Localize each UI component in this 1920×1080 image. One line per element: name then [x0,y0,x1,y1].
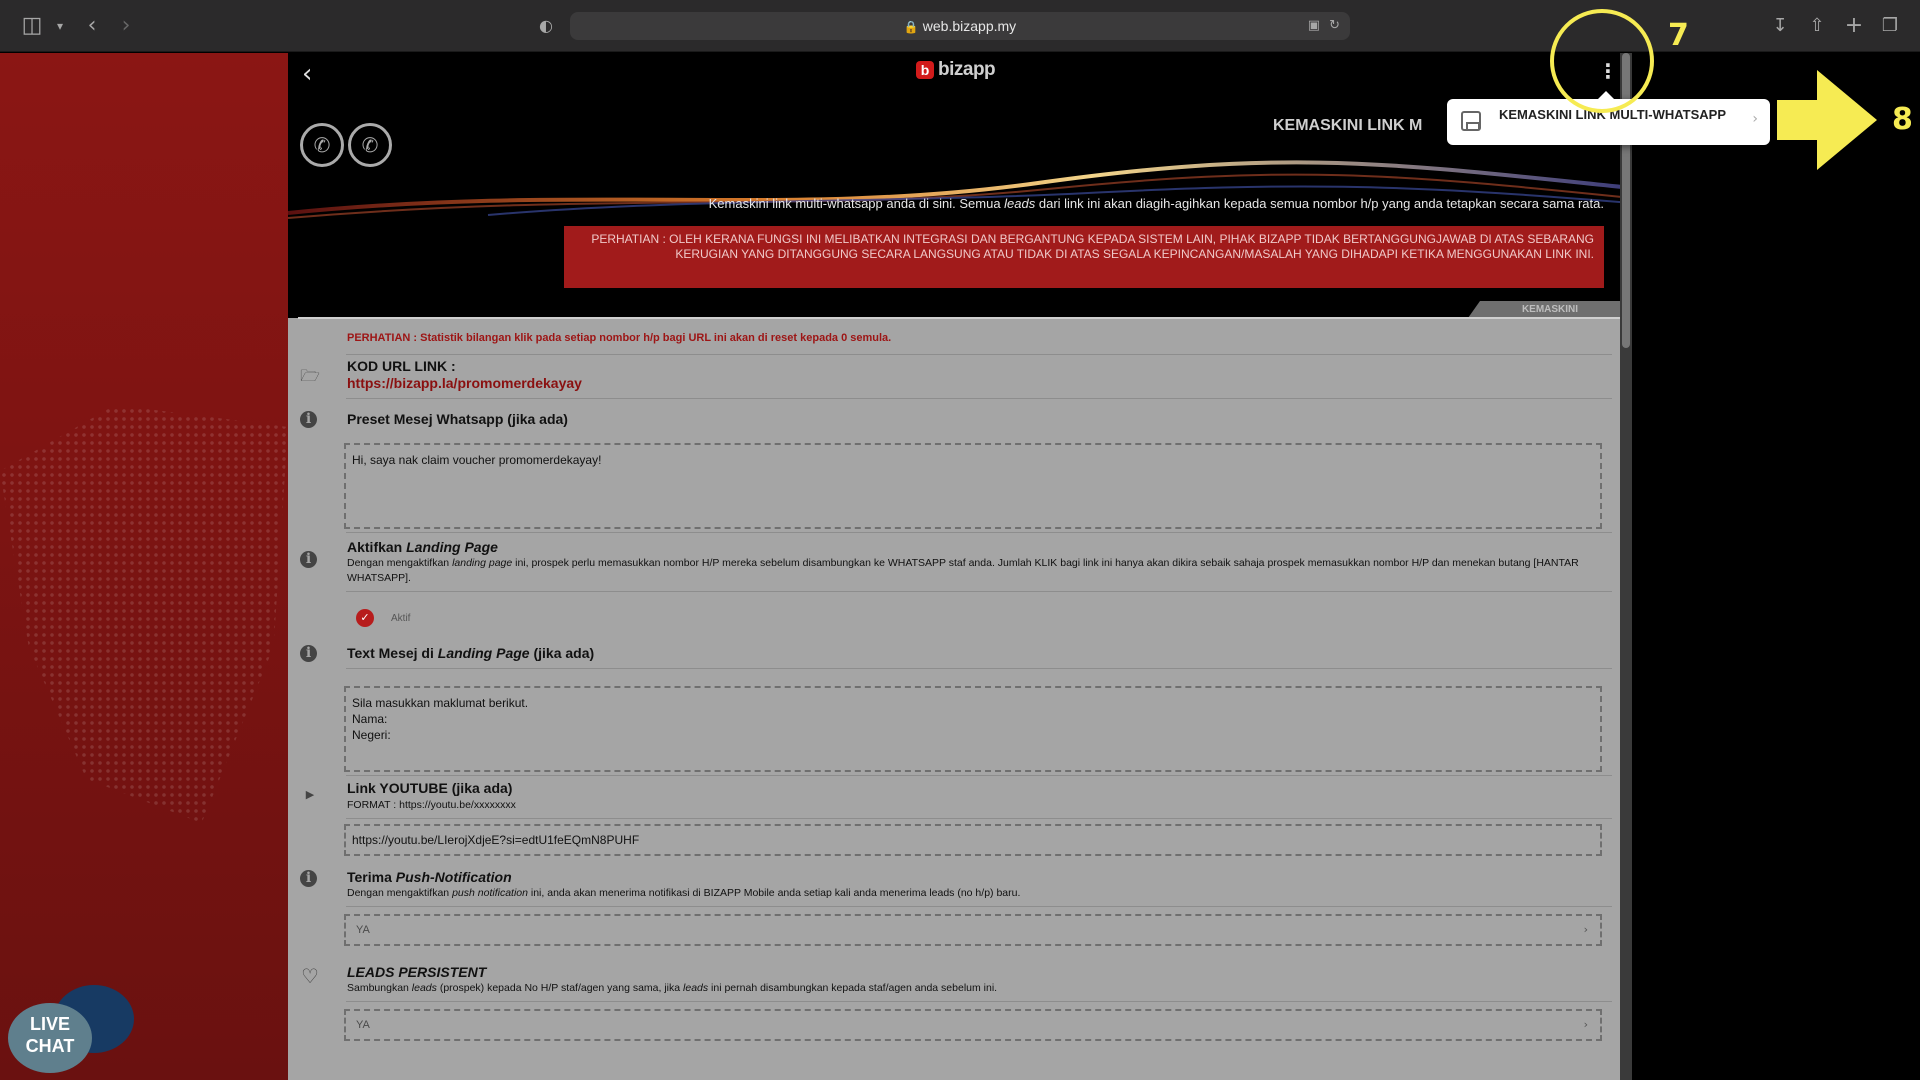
preset-message-textarea[interactable]: Hi, saya nak claim voucher promomerdekay… [344,443,1602,529]
right-background [1632,53,1920,1080]
landing-text-textarea[interactable]: Sila masukkan maklumat berikut. Nama: Ne… [344,686,1602,772]
whatsapp-icon: ✆ [348,123,392,167]
shield-icon[interactable]: ◐ [532,12,560,40]
kod-url-link[interactable]: https://bizapp.la/promomerdekayay [347,375,582,391]
divider [346,906,1612,907]
divider [346,818,1612,819]
highlight-circle [1550,9,1654,113]
kod-url-label: KOD URL LINK : [347,358,456,374]
new-tab-icon[interactable]: + [1840,12,1868,40]
tab-kemaskini[interactable]: KEMASKINI [1468,301,1632,318]
youtube-icon: ▶ [305,788,315,801]
chevron-down-icon[interactable]: ▾ [46,12,74,40]
landing-page-help: Dengan mengaktifkan landing page ini, pr… [347,557,1579,584]
divider [346,1001,1612,1002]
back-arrow-icon[interactable]: ‹ [302,59,312,89]
download-icon[interactable]: ↧ [1766,12,1794,40]
divider [346,354,1612,355]
aktif-checkbox[interactable]: ✓ [356,609,374,627]
divider [346,398,1612,399]
lock-icon: 🔒 [903,20,919,34]
youtube-input[interactable]: https://youtu.be/LIerojXdjeE?si=edtU1feE… [344,824,1602,856]
page-title: KEMASKINI LINK M [1273,117,1423,134]
info-icon: i [300,645,317,662]
push-notification-label: Terima Push-Notification [347,869,512,885]
youtube-label: Link YOUTUBE (jika ada) [347,780,513,796]
logo-mark: b [916,61,934,79]
warning-banner: PERHATIAN : OLEH KERANA FUNGSI INI MELIB… [564,226,1604,288]
info-icon: i [300,870,317,887]
save-icon [1461,111,1481,131]
landing-page-label: Aktifkan Landing Page [347,539,498,555]
divider [346,668,1612,669]
header-divider [298,317,1632,319]
left-background [0,53,288,1080]
step-number-8: 8 [1892,102,1913,137]
address-bar[interactable]: 🔒 web.bizapp.my ▣ ↻ [570,12,1350,40]
chevron-right-icon: › [1752,111,1758,127]
info-icon: i [300,551,317,568]
app-panel: ‹ b bizapp ⋮ ✆ ✆ KEMASKINI LINK M Kemask… [288,53,1632,1080]
preset-message-label: Preset Mesej Whatsapp (jika ada) [347,411,568,427]
folder-icon: 🗁 [300,366,320,385]
live-chat-button[interactable]: LIVE CHAT [8,985,134,1075]
url-text: web.bizapp.my [922,18,1017,34]
tabs-overview-icon[interactable]: ❐ [1876,12,1904,40]
whatsapp-icon: ✆ [300,123,344,167]
push-notification-help: Dengan mengaktifkan push notification in… [347,887,1021,899]
stat-reset-note: PERHATIAN : Statistik bilangan klik pada… [347,332,892,344]
leads-persistent-select[interactable]: YA › [344,1009,1602,1041]
push-notification-select[interactable]: YA › [344,914,1602,946]
logo-text: bizapp [938,59,996,80]
info-icon: i [300,411,317,428]
heart-icon: ♡ [301,964,319,988]
divider [346,591,1612,592]
chevron-right-icon: › [1583,923,1588,936]
landing-text-label: Text Mesej di Landing Page (jika ada) [347,645,595,661]
leads-persistent-help: Sambungkan leads (prospek) kepada No H/P… [347,982,998,994]
leads-persistent-label: LEADS PERSISTENT [347,964,487,980]
reload-icon[interactable]: ↻ [1329,12,1340,40]
share-icon[interactable]: ⇧ [1803,12,1831,40]
back-icon[interactable]: ‹ [78,12,106,40]
youtube-format-hint: FORMAT : https://youtu.be/xxxxxxxx [347,799,516,811]
page-description: Kemaskini link multi-whatsapp anda di si… [708,196,1604,211]
forward-icon[interactable]: › [112,12,140,40]
aktif-label: Aktif [391,613,411,624]
header-swirl-decoration [288,160,1632,219]
step-number-7: 7 [1668,18,1689,53]
sidebar-toggle-icon[interactable]: ◫ [18,12,46,40]
chevron-right-icon: › [1583,1018,1588,1031]
translate-icon[interactable]: ▣ [1308,12,1320,40]
divider [346,532,1612,533]
divider [346,775,1612,776]
app-header: ‹ b bizapp ⋮ ✆ ✆ KEMASKINI LINK M Kemask… [288,53,1632,318]
world-map-decoration [0,405,288,823]
pointer-arrow-icon [1777,70,1877,170]
scrollbar[interactable] [1620,53,1632,1080]
bizapp-logo: b bizapp [916,59,996,81]
